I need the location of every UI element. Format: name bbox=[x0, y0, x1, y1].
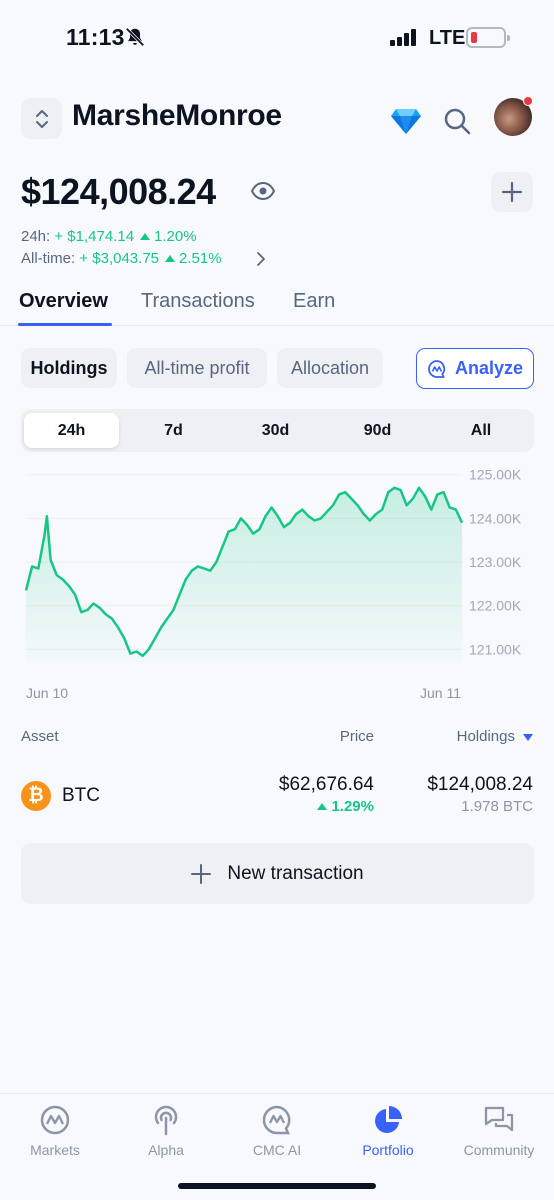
portfolio-name[interactable]: MarsheMonroe bbox=[72, 99, 282, 133]
chevron-up-down-icon bbox=[35, 109, 48, 128]
change-24h-row: 24h: + $1,474.14 1.20% bbox=[21, 228, 197, 245]
tab-transactions[interactable]: Transactions bbox=[141, 290, 255, 313]
x-tick-start: Jun 10 bbox=[26, 685, 68, 701]
new-transaction-label: New transaction bbox=[227, 862, 364, 884]
y-tick-label: 124.00K bbox=[469, 510, 522, 526]
nav-alpha[interactable]: Alpha bbox=[111, 1104, 221, 1158]
change-24h-label: 24h: bbox=[21, 228, 51, 245]
tab-active-indicator bbox=[18, 323, 112, 326]
tab-earn[interactable]: Earn bbox=[293, 290, 335, 313]
sort-down-icon[interactable] bbox=[523, 734, 533, 741]
diamond-icon[interactable] bbox=[390, 106, 422, 136]
asset-change: 1.29% bbox=[311, 798, 374, 815]
nav-cmc-ai[interactable]: CMC AI bbox=[222, 1104, 332, 1158]
asset-holdings-value: $124,008.24 bbox=[427, 774, 533, 795]
asset-price: $62,676.64 bbox=[278, 774, 374, 795]
tab-bar: Overview Transactions Earn bbox=[0, 290, 554, 326]
nav-alpha-label: Alpha bbox=[148, 1142, 184, 1158]
nav-cmc-ai-label: CMC AI bbox=[252, 1142, 302, 1158]
alltime-label: All-time: bbox=[21, 250, 76, 267]
alltime-pct: 2.51% bbox=[179, 250, 222, 267]
alltime-row[interactable]: All-time: + $3,043.75 2.51% bbox=[21, 250, 222, 267]
col-price: Price bbox=[339, 728, 374, 745]
nav-community-label: Community bbox=[463, 1142, 535, 1158]
arrow-up-icon bbox=[317, 803, 328, 811]
nav-markets-label: Markets bbox=[30, 1142, 80, 1158]
notification-dot bbox=[523, 96, 533, 106]
timeframe-selector: 24h 7d 30d 90d All bbox=[21, 409, 534, 452]
timeframe-30d[interactable]: 30d bbox=[228, 413, 323, 448]
arrow-up-icon bbox=[165, 255, 176, 263]
y-tick-label: 123.00K bbox=[469, 554, 522, 570]
cmc-ai-icon bbox=[428, 359, 446, 378]
chip-allocation[interactable]: Allocation bbox=[277, 348, 383, 388]
asset-change-value: 1.29% bbox=[331, 798, 374, 815]
new-transaction-button[interactable]: New transaction bbox=[21, 843, 534, 904]
timeframe-7d[interactable]: 7d bbox=[126, 413, 221, 448]
battery-icon bbox=[466, 27, 510, 48]
markets-icon bbox=[40, 1105, 70, 1135]
pie-chart-icon bbox=[375, 1106, 402, 1133]
nav-portfolio-label: Portfolio bbox=[362, 1142, 414, 1158]
home-indicator bbox=[178, 1183, 376, 1189]
y-tick-label: 122.00K bbox=[469, 598, 522, 614]
plus-icon bbox=[191, 863, 212, 884]
y-tick-label: 125.00K bbox=[469, 467, 522, 483]
tab-overview[interactable]: Overview bbox=[19, 290, 108, 313]
col-asset: Asset bbox=[21, 728, 59, 745]
analyze-label: Analyze bbox=[454, 358, 524, 378]
chevron-right-icon[interactable] bbox=[255, 251, 267, 267]
nav-community[interactable]: Community bbox=[444, 1104, 554, 1158]
col-holdings[interactable]: Holdings bbox=[457, 728, 515, 745]
timeframe-all[interactable]: All bbox=[432, 413, 530, 448]
y-tick-label: 121.00K bbox=[469, 641, 522, 657]
portfolio-chart[interactable]: 125.00K 124.00K 123.00K 122.00K 121.00K Jun … bbox=[0, 462, 554, 712]
chart-area-fill bbox=[26, 487, 462, 662]
nav-markets[interactable]: Markets bbox=[0, 1104, 110, 1158]
plus-icon bbox=[502, 182, 522, 202]
nav-portfolio[interactable]: Portfolio bbox=[333, 1104, 443, 1158]
bell-muted-icon bbox=[125, 27, 145, 47]
x-tick-end: Jun 11 bbox=[420, 685, 461, 701]
change-24h-value: + $1,474.14 bbox=[54, 228, 135, 245]
alpha-icon bbox=[154, 1105, 178, 1136]
chat-bubbles-icon bbox=[484, 1106, 514, 1132]
change-24h-pct: 1.20% bbox=[154, 228, 197, 245]
asset-symbol[interactable]: BTC bbox=[62, 785, 100, 807]
signal-icon bbox=[390, 29, 418, 46]
chip-holdings[interactable]: Holdings bbox=[21, 348, 117, 388]
portfolio-switcher-button[interactable] bbox=[21, 98, 62, 139]
portfolio-balance: $124,008.24 bbox=[21, 171, 216, 212]
add-transaction-button[interactable] bbox=[491, 172, 533, 212]
bitcoin-icon: ₿ bbox=[21, 781, 51, 811]
analyze-button[interactable]: Analyze bbox=[416, 348, 534, 389]
asset-holdings-amount: 1.978 BTC bbox=[461, 798, 533, 815]
status-time: 11:13 bbox=[66, 24, 125, 50]
chip-all-time-profit[interactable]: All-time profit bbox=[127, 348, 267, 388]
network-label: LTE bbox=[429, 27, 466, 49]
alltime-value: + $3,043.75 bbox=[79, 250, 160, 267]
search-icon[interactable] bbox=[443, 107, 471, 135]
cmc-ai-icon bbox=[262, 1105, 291, 1135]
timeframe-90d[interactable]: 90d bbox=[330, 413, 425, 448]
timeframe-24h[interactable]: 24h bbox=[24, 413, 119, 448]
arrow-up-icon bbox=[140, 233, 151, 241]
eye-icon[interactable] bbox=[251, 181, 275, 201]
